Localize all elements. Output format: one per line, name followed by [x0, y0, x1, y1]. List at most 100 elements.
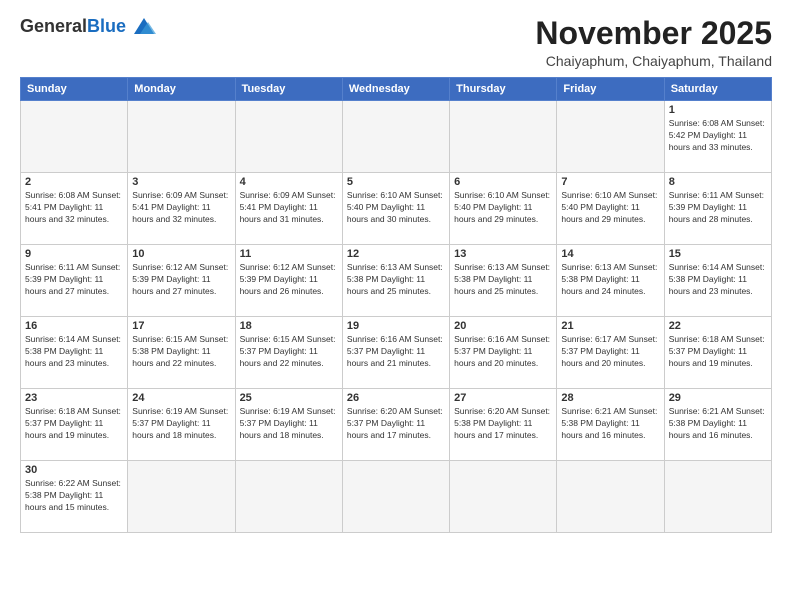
day-number: 7 [561, 176, 659, 188]
day-number: 6 [454, 176, 552, 188]
day-info: Sunrise: 6:11 AM Sunset: 5:39 PM Dayligh… [669, 190, 767, 226]
day-number: 17 [132, 320, 230, 332]
day-number: 28 [561, 392, 659, 404]
logo-blue: Blue [87, 16, 126, 36]
day-number: 3 [132, 176, 230, 188]
calendar-cell [128, 461, 235, 533]
day-info: Sunrise: 6:10 AM Sunset: 5:40 PM Dayligh… [347, 190, 445, 226]
calendar-cell: 5Sunrise: 6:10 AM Sunset: 5:40 PM Daylig… [342, 173, 449, 245]
weekday-header-monday: Monday [128, 78, 235, 101]
calendar-cell: 9 Sunrise: 6:11 AM Sunset: 5:39 PM Daylig… [21, 245, 128, 317]
calendar-cell: 10Sunrise: 6:12 AM Sunset: 5:39 PM Dayli… [128, 245, 235, 317]
calendar-table: SundayMondayTuesdayWednesdayThursdayFrid… [20, 77, 772, 533]
day-number: 8 [669, 176, 767, 188]
day-info: Sunrise: 6:16 AM Sunset: 5:37 PM Dayligh… [347, 334, 445, 370]
calendar-cell [235, 461, 342, 533]
day-info: Sunrise: 6:21 AM Sunset: 5:38 PM Dayligh… [561, 406, 659, 442]
calendar-cell: 3 Sunrise: 6:09 AM Sunset: 5:41 PM Daylig… [128, 173, 235, 245]
day-number: 11 [240, 248, 338, 260]
day-number: 27 [454, 392, 552, 404]
day-info: Sunrise: 6:15 AM Sunset: 5:38 PM Dayligh… [132, 334, 230, 370]
calendar-header: SundayMondayTuesdayWednesdayThursdayFrid… [21, 78, 772, 101]
day-info: Sunrise: 6:16 AM Sunset: 5:37 PM Dayligh… [454, 334, 552, 370]
weekday-header-wednesday: Wednesday [342, 78, 449, 101]
calendar-cell: 30Sunrise: 6:22 AM Sunset: 5:38 PM Dayli… [21, 461, 128, 533]
calendar-cell: 8 Sunrise: 6:11 AM Sunset: 5:39 PM Daylig… [664, 173, 771, 245]
day-info: Sunrise: 6:19 AM Sunset: 5:37 PM Dayligh… [132, 406, 230, 442]
calendar-cell [342, 101, 449, 173]
calendar-cell: 26Sunrise: 6:20 AM Sunset: 5:37 PM Dayli… [342, 389, 449, 461]
day-info: Sunrise: 6:08 AM Sunset: 5:41 PM Dayligh… [25, 190, 123, 226]
day-info: Sunrise: 6:09 AM Sunset: 5:41 PM Dayligh… [132, 190, 230, 226]
calendar-cell: 28 Sunrise: 6:21 AM Sunset: 5:38 PM Dayli… [557, 389, 664, 461]
day-info: Sunrise: 6:14 AM Sunset: 5:38 PM Dayligh… [25, 334, 123, 370]
calendar-cell: 1 Sunrise: 6:08 AM Sunset: 5:42 PM Daylig… [664, 101, 771, 173]
day-number: 20 [454, 320, 552, 332]
header-section: GeneralBlue November 2025 Chaiyaphum, Ch… [20, 16, 772, 69]
day-info: Sunrise: 6:13 AM Sunset: 5:38 PM Dayligh… [561, 262, 659, 298]
calendar-cell: 7 Sunrise: 6:10 AM Sunset: 5:40 PM Daylig… [557, 173, 664, 245]
calendar-cell: 2 Sunrise: 6:08 AM Sunset: 5:41 PM Daylig… [21, 173, 128, 245]
calendar-cell: 16 Sunrise: 6:14 AM Sunset: 5:38 PM Dayli… [21, 317, 128, 389]
calendar-cell: 29 Sunrise: 6:21 AM Sunset: 5:38 PM Dayli… [664, 389, 771, 461]
day-info: Sunrise: 6:13 AM Sunset: 5:38 PM Dayligh… [454, 262, 552, 298]
calendar-cell [342, 461, 449, 533]
calendar-week-4: 16 Sunrise: 6:14 AM Sunset: 5:38 PM Dayli… [21, 317, 772, 389]
day-info: Sunrise: 6:21 AM Sunset: 5:38 PM Dayligh… [669, 406, 767, 442]
calendar-week-1: 1 Sunrise: 6:08 AM Sunset: 5:42 PM Daylig… [21, 101, 772, 173]
calendar-cell [235, 101, 342, 173]
day-number: 2 [25, 176, 123, 188]
title-area: November 2025 Chaiyaphum, Chaiyaphum, Th… [535, 16, 772, 69]
day-info: Sunrise: 6:14 AM Sunset: 5:38 PM Dayligh… [669, 262, 767, 298]
calendar-cell: 11Sunrise: 6:12 AM Sunset: 5:39 PM Dayli… [235, 245, 342, 317]
calendar-week-3: 9 Sunrise: 6:11 AM Sunset: 5:39 PM Daylig… [21, 245, 772, 317]
day-number: 4 [240, 176, 338, 188]
day-number: 13 [454, 248, 552, 260]
calendar-cell [21, 101, 128, 173]
day-info: Sunrise: 6:19 AM Sunset: 5:37 PM Dayligh… [240, 406, 338, 442]
day-number: 23 [25, 392, 123, 404]
weekday-header-friday: Friday [557, 78, 664, 101]
calendar-cell: 24 Sunrise: 6:19 AM Sunset: 5:37 PM Dayli… [128, 389, 235, 461]
day-number: 1 [669, 104, 767, 116]
calendar-cell: 19 Sunrise: 6:16 AM Sunset: 5:37 PM Dayli… [342, 317, 449, 389]
calendar-cell [450, 101, 557, 173]
calendar-cell: 20 Sunrise: 6:16 AM Sunset: 5:37 PM Dayli… [450, 317, 557, 389]
calendar-cell: 13 Sunrise: 6:13 AM Sunset: 5:38 PM Dayli… [450, 245, 557, 317]
day-number: 22 [669, 320, 767, 332]
day-number: 9 [25, 248, 123, 260]
calendar-week-5: 23Sunrise: 6:18 AM Sunset: 5:37 PM Dayli… [21, 389, 772, 461]
day-info: Sunrise: 6:13 AM Sunset: 5:38 PM Dayligh… [347, 262, 445, 298]
day-number: 29 [669, 392, 767, 404]
calendar-body: 1 Sunrise: 6:08 AM Sunset: 5:42 PM Daylig… [21, 101, 772, 533]
calendar-cell [664, 461, 771, 533]
calendar-cell: 6Sunrise: 6:10 AM Sunset: 5:40 PM Daylig… [450, 173, 557, 245]
day-number: 18 [240, 320, 338, 332]
calendar-cell: 18Sunrise: 6:15 AM Sunset: 5:37 PM Dayli… [235, 317, 342, 389]
day-number: 24 [132, 392, 230, 404]
weekday-header-tuesday: Tuesday [235, 78, 342, 101]
day-info: Sunrise: 6:11 AM Sunset: 5:39 PM Dayligh… [25, 262, 123, 298]
calendar-cell [450, 461, 557, 533]
logo-text: GeneralBlue [20, 17, 126, 37]
logo-icon [130, 16, 158, 38]
day-number: 14 [561, 248, 659, 260]
day-info: Sunrise: 6:10 AM Sunset: 5:40 PM Dayligh… [561, 190, 659, 226]
calendar-cell: 17 Sunrise: 6:15 AM Sunset: 5:38 PM Dayli… [128, 317, 235, 389]
day-number: 19 [347, 320, 445, 332]
calendar-cell: 22 Sunrise: 6:18 AM Sunset: 5:37 PM Dayli… [664, 317, 771, 389]
day-number: 21 [561, 320, 659, 332]
day-info: Sunrise: 6:08 AM Sunset: 5:42 PM Dayligh… [669, 118, 767, 154]
logo-general: General [20, 16, 87, 36]
day-number: 15 [669, 248, 767, 260]
day-info: Sunrise: 6:18 AM Sunset: 5:37 PM Dayligh… [669, 334, 767, 370]
calendar-cell: 14 Sunrise: 6:13 AM Sunset: 5:38 PM Dayli… [557, 245, 664, 317]
calendar-cell: 15 Sunrise: 6:14 AM Sunset: 5:38 PM Dayli… [664, 245, 771, 317]
weekday-header-thursday: Thursday [450, 78, 557, 101]
calendar-week-6: 30Sunrise: 6:22 AM Sunset: 5:38 PM Dayli… [21, 461, 772, 533]
day-number: 16 [25, 320, 123, 332]
day-number: 25 [240, 392, 338, 404]
day-number: 12 [347, 248, 445, 260]
day-info: Sunrise: 6:09 AM Sunset: 5:41 PM Dayligh… [240, 190, 338, 226]
weekday-header-row: SundayMondayTuesdayWednesdayThursdayFrid… [21, 78, 772, 101]
